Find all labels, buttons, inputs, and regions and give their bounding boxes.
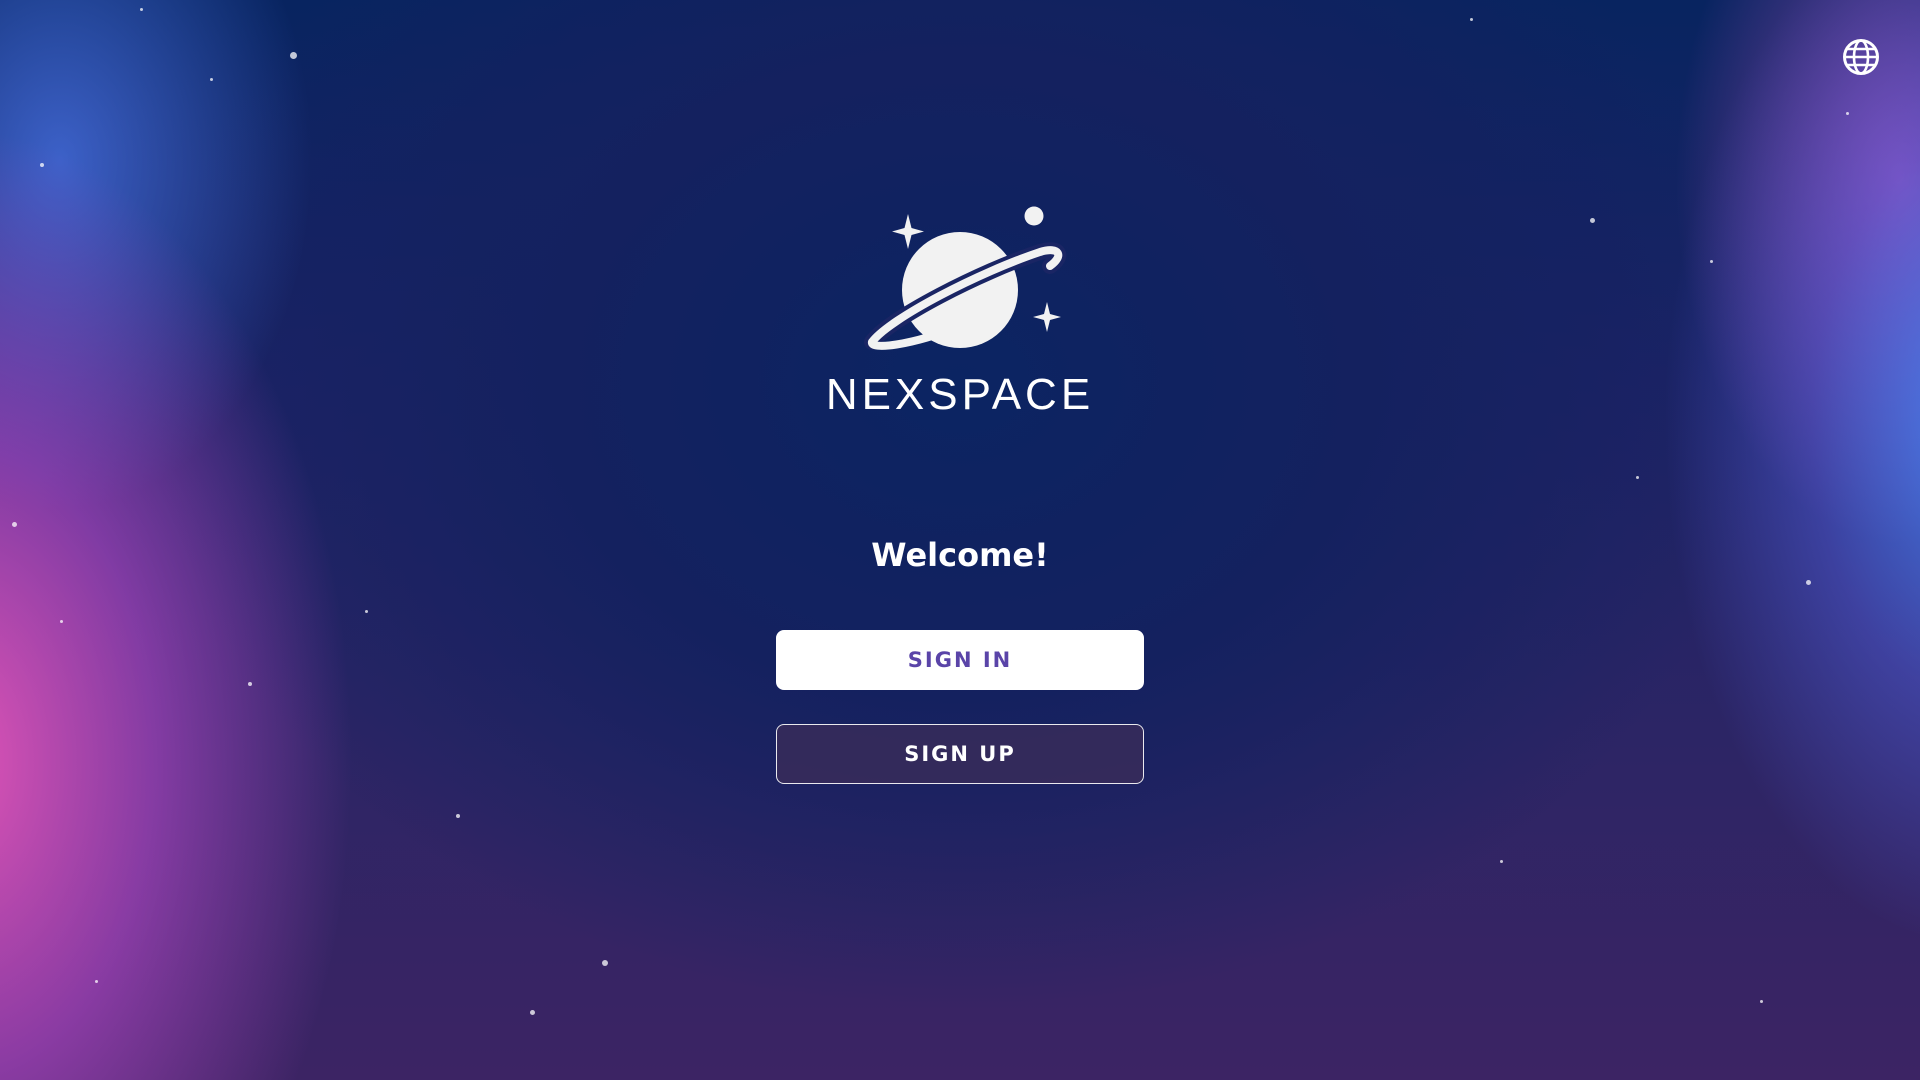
star (290, 52, 297, 59)
star (1636, 476, 1639, 479)
star (365, 610, 368, 613)
star (140, 8, 143, 11)
star (12, 522, 17, 527)
brand-block: NEXSPACE (0, 200, 1920, 420)
star (1500, 860, 1503, 863)
star (1760, 1000, 1763, 1003)
star (1846, 112, 1849, 115)
sign-in-button[interactable]: SIGN IN (776, 630, 1144, 690)
welcome-heading: Welcome! (871, 536, 1049, 574)
star (1470, 18, 1473, 21)
star (210, 78, 213, 81)
brand-name: NEXSPACE (825, 370, 1095, 419)
star (60, 620, 63, 623)
star (95, 980, 98, 983)
language-button[interactable] (1842, 38, 1880, 76)
star (1806, 580, 1811, 585)
globe-icon (1843, 39, 1879, 75)
star (602, 960, 608, 966)
sign-up-button[interactable]: SIGN UP (776, 724, 1144, 784)
star (530, 1010, 535, 1015)
star (248, 682, 252, 686)
star (456, 814, 460, 818)
star (40, 163, 44, 167)
planet-icon (864, 206, 1067, 350)
